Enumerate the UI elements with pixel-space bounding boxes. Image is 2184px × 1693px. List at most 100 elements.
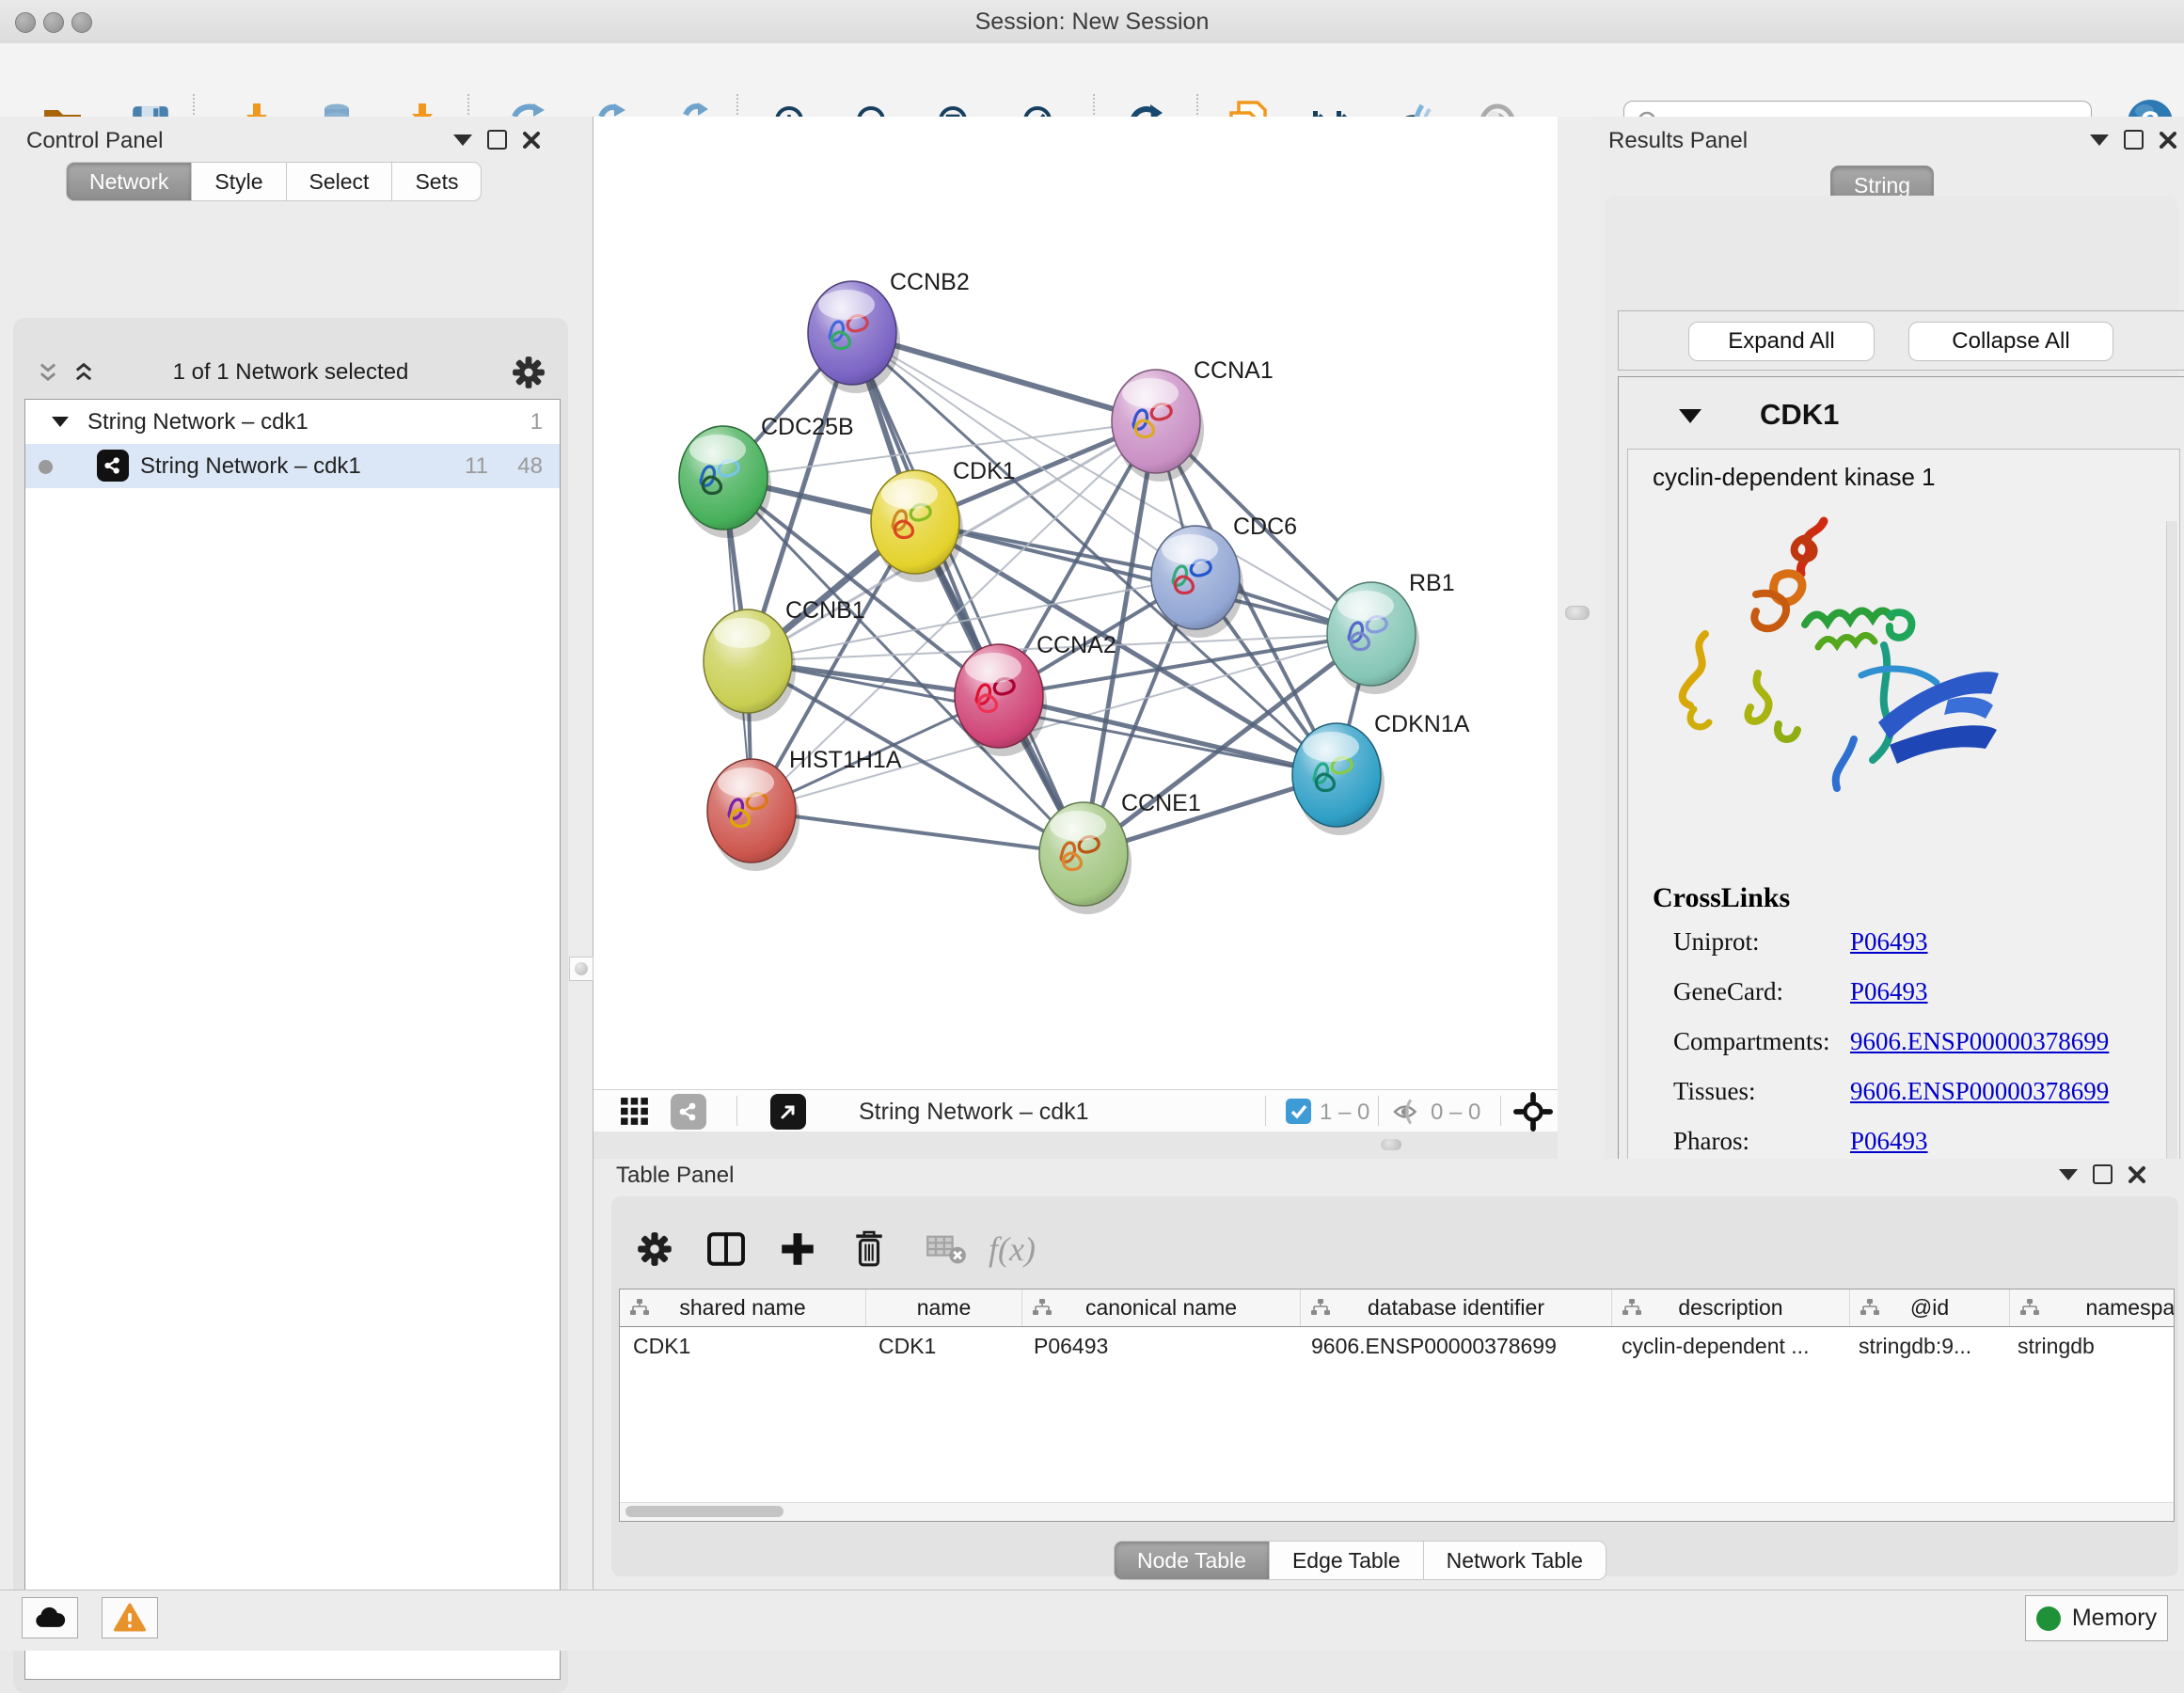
column-header-name[interactable]: name (866, 1290, 1022, 1326)
delete-column-icon[interactable] (843, 1223, 895, 1275)
network-node-CDK1[interactable]: CDK1 (871, 458, 1016, 582)
network-node-CCNB1[interactable]: CCNB1 (704, 597, 865, 721)
main-toolbar: ? (0, 43, 2184, 118)
tab-sets[interactable]: Sets (392, 162, 482, 201)
table-panel: Table Panel f(x) shared namenamecanonica… (593, 1159, 2184, 1590)
crosslink-label: Uniprot: (1673, 927, 1850, 957)
node-label: CCNE1 (1121, 790, 1201, 816)
network-node-CDKN1A[interactable]: CDKN1A (1292, 711, 1470, 835)
vertical-splitter-handle[interactable] (1565, 606, 1590, 620)
status-bar: Memory (0, 1590, 2184, 1651)
network-node-CCNE1[interactable]: CCNE1 (1039, 790, 1201, 914)
network-edge[interactable] (852, 333, 1084, 854)
expand-all-button[interactable]: Expand All (1688, 322, 1875, 361)
scrollbar-thumb[interactable] (625, 1506, 783, 1517)
network-edge[interactable] (999, 696, 1337, 775)
network-node-CDC25B[interactable]: CDC25B (679, 414, 854, 538)
network-node-HIST1H1A[interactable]: HIST1H1A (707, 747, 902, 871)
column-header-description[interactable]: description (1612, 1290, 1850, 1326)
table-row[interactable]: CDK1CDK1P064939606.ENSP00000378699cyclin… (620, 1327, 2174, 1363)
gear-icon[interactable] (512, 356, 546, 389)
table-cell[interactable]: 9606.ENSP00000378699 (1298, 1327, 1608, 1363)
tab-edge-table[interactable]: Edge Table (1270, 1541, 1424, 1580)
network-view-title: String Network – cdk1 (859, 1099, 1089, 1126)
table-settings-gear-icon[interactable] (628, 1223, 681, 1275)
panel-menu-icon[interactable] (453, 134, 472, 146)
network-node-CCNA1[interactable]: CCNA1 (1112, 357, 1274, 482)
collection-count: 1 (530, 409, 543, 435)
collapse-all-button[interactable]: Collapse All (1908, 322, 2113, 361)
add-column-icon[interactable] (771, 1223, 824, 1275)
horizontal-splitter-handle[interactable] (1381, 1139, 1401, 1150)
column-header--id[interactable]: @id (1850, 1290, 2010, 1326)
node-label: CCNB2 (890, 269, 970, 295)
results-scrollbar[interactable] (2166, 521, 2177, 1234)
column-header-canonical-name[interactable]: canonical name (1022, 1290, 1301, 1326)
tab-network-table[interactable]: Network Table (1424, 1541, 1606, 1580)
crosslink-link[interactable]: P06493 (1850, 977, 1928, 1006)
crosslink-row: Pharos:P06493 (1673, 1127, 2160, 1156)
table-cell[interactable]: stringdb:9... (1845, 1327, 2004, 1363)
tab-network[interactable]: Network (66, 162, 192, 201)
tab-style[interactable]: Style (192, 162, 286, 201)
horizontal-splitter[interactable] (593, 1131, 1558, 1159)
grid-view-icon[interactable] (620, 1097, 650, 1127)
collection-expander-icon[interactable] (52, 417, 69, 427)
memory-button[interactable]: Memory (2025, 1595, 2168, 1641)
close-panel-icon[interactable] (2128, 1165, 2146, 1184)
table-header-row: shared namenamecanonical namedatabase id… (620, 1290, 2174, 1327)
memory-label: Memory (2072, 1605, 2157, 1632)
network-node-count: 11 (465, 453, 488, 480)
network-edge[interactable] (752, 811, 1084, 854)
column-header-database-identifier[interactable]: database identifier (1301, 1290, 1612, 1326)
column-header-namespace[interactable]: namespace (2010, 1290, 2175, 1326)
close-panel-icon[interactable] (2159, 131, 2177, 150)
column-header-shared-name[interactable]: shared name (620, 1290, 866, 1326)
panel-menu-icon[interactable] (2059, 1169, 2078, 1180)
table-horizontal-scrollbar[interactable] (620, 1502, 2174, 1521)
crosslink-link[interactable]: P06493 (1850, 1127, 1928, 1156)
table-cell[interactable]: cyclin-dependent ... (1608, 1327, 1845, 1363)
birds-eye-view-icon[interactable] (1513, 1092, 1553, 1131)
network-node-CCNB2[interactable]: CCNB2 (808, 269, 970, 393)
crosslink-label: Pharos: (1673, 1127, 1850, 1156)
function-builder-icon: f(x) (986, 1223, 1038, 1275)
crosslink-row: GeneCard:P06493 (1673, 977, 2160, 1006)
detach-view-icon[interactable] (770, 1094, 806, 1130)
table-cell[interactable]: CDK1 (620, 1327, 865, 1363)
tab-node-table[interactable]: Node Table (1114, 1541, 1270, 1580)
network-row-selected[interactable]: String Network – cdk1 11 48 (25, 444, 560, 488)
warnings-button[interactable] (102, 1597, 158, 1638)
show-columns-icon[interactable] (700, 1223, 752, 1275)
results-panel-title: Results Panel (1608, 128, 1748, 154)
node-label: CCNA1 (1194, 357, 1274, 384)
gene-name: CDK1 (1760, 398, 1839, 432)
delete-table-icon[interactable] (920, 1223, 973, 1275)
table-cell[interactable]: CDK1 (865, 1327, 1021, 1363)
cloud-status-button[interactable] (22, 1597, 78, 1638)
selected-items-checkbox-icon[interactable] (1286, 1099, 1311, 1124)
network-view-mode-icon[interactable] (671, 1094, 706, 1130)
float-panel-icon[interactable] (487, 130, 507, 150)
network-collection-row[interactable]: String Network – cdk1 1 (25, 400, 560, 444)
gene-section: CDK1 cyclin-dependent kinase 1 (1618, 376, 2184, 1172)
table-cell[interactable]: stringdb (2004, 1327, 2175, 1363)
table-cell[interactable]: P06493 (1021, 1327, 1298, 1363)
network-view-canvas[interactable]: CCNB2 CCNA1 CDC25BCDK1 CDC6RB1 CCNB1 CCNA2 CDK… (593, 117, 1558, 1089)
close-panel-icon[interactable] (522, 131, 541, 150)
section-collapse-icon[interactable] (1679, 409, 1701, 423)
network-node-CCNA2[interactable]: CCNA2 (955, 632, 1116, 756)
float-panel-icon[interactable] (2093, 1164, 2113, 1184)
crosslink-link[interactable]: 9606.ENSP00000378699 (1850, 1077, 2109, 1106)
network-node-RB1[interactable]: RB1 (1327, 570, 1455, 694)
crosslink-link[interactable]: 9606.ENSP00000378699 (1850, 1027, 2109, 1056)
panel-menu-icon[interactable] (2090, 134, 2109, 146)
crosslink-row: Tissues:9606.ENSP00000378699 (1673, 1077, 2160, 1106)
left-splitter-handle[interactable] (569, 957, 593, 981)
float-panel-icon[interactable] (2124, 130, 2144, 150)
network-node-CDC6[interactable]: CDC6 (1151, 514, 1297, 638)
toolbar-separator (1500, 1096, 1501, 1126)
crosslink-link[interactable]: P06493 (1850, 927, 1928, 957)
tab-select[interactable]: Select (287, 162, 393, 201)
control-panel-title: Control Panel (26, 128, 163, 154)
